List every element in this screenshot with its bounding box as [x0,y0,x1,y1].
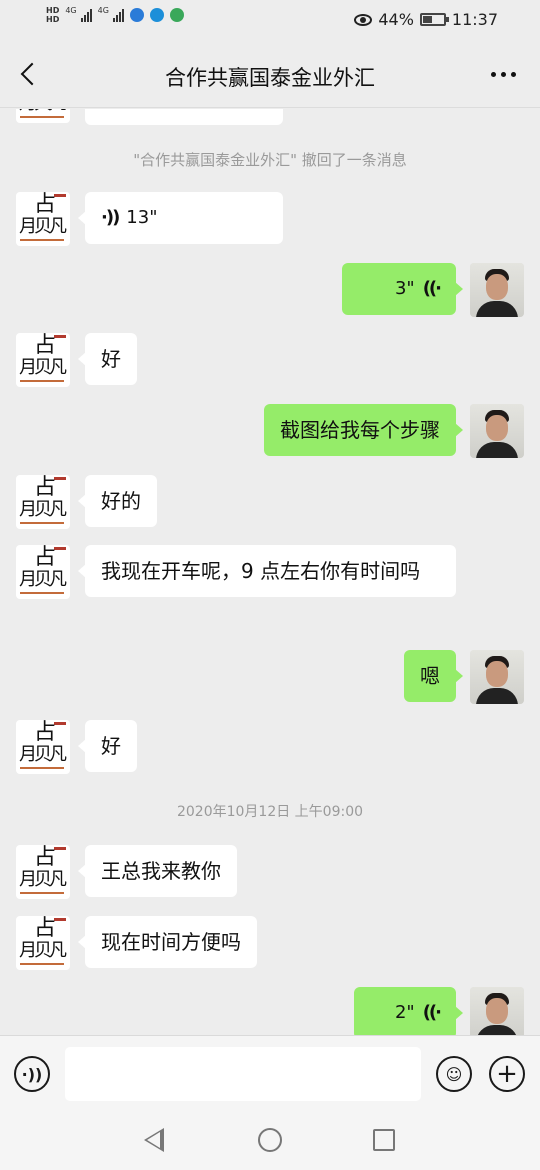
message-row: 嗯 [0,650,540,706]
contact-avatar[interactable]: 占月贝凡 [16,916,70,970]
battery-percent: 44% [378,10,414,29]
network-type-1: 4G [65,6,77,15]
message-row: 截图给我每个步骤 [0,404,540,460]
my-avatar[interactable] [470,987,524,1035]
chat-title: 合作共赢国泰金业外汇 [165,66,375,90]
voice-duration: 3" [394,278,415,299]
voice-toggle-button[interactable]: ·)) [14,1056,50,1092]
more-dots-icon [491,72,496,77]
voice-message[interactable]: 2" ((· [354,987,463,1035]
message-row: 占月贝凡 现在时间方便吗 [0,916,540,972]
text-message[interactable]: 好的 [78,475,157,527]
network-type-2: 4G [97,6,109,15]
emoji-button[interactable]: ☺ [436,1056,472,1092]
system-navigation [0,1110,540,1170]
battery-fill [422,16,432,23]
hd-icon: HD HD [46,6,60,24]
text-message[interactable]: 嗯 [404,650,463,702]
input-bar: ·)) ☺ + [0,1035,540,1110]
message-bubble[interactable] [85,109,283,125]
text-message[interactable]: 现在时间方便吗 [78,916,257,968]
voice-icon: ·)) [21,1064,43,1084]
voice-duration: 13" [126,207,158,228]
nav-recents-button[interactable] [373,1129,395,1151]
timestamp: 2020年10月12日 上午09:00 [176,804,364,820]
app-notification-icon [149,8,164,22]
recall-notice: "合作共赢国泰金业外汇" 撤回了一条消息 [133,151,407,169]
voice-message[interactable]: ·)) 13" [78,192,283,244]
text-message[interactable]: 好 [78,720,137,772]
contact-avatar[interactable]: 占月贝凡 [16,192,70,246]
more-button[interactable] [491,72,516,77]
message-row: 占月贝凡 好的 [0,475,540,531]
message-row: 3" ((· [0,263,540,319]
contact-avatar[interactable]: 占月贝凡 [16,109,70,123]
voice-message[interactable]: 3" ((· [342,263,463,315]
contact-avatar[interactable]: 占月贝凡 [16,845,70,899]
my-avatar[interactable] [470,650,524,704]
more-actions-button[interactable]: + [489,1056,525,1092]
voice-wave-icon: ((· [422,278,442,299]
status-right: 44% 11:37 [354,10,498,29]
text-message[interactable]: 我现在开车呢，9 点左右你有时间吗 [78,545,456,597]
emoji-icon: ☺ [445,1064,463,1084]
message-row: 占月贝凡 王总我来教你 [0,845,540,901]
clock: 11:37 [451,10,498,29]
message-row: 占月贝凡 好 [0,720,540,776]
contact-avatar[interactable]: 占月贝凡 [16,545,70,599]
text-message[interactable]: 截图给我每个步骤 [264,404,463,456]
contact-avatar[interactable]: 占月贝凡 [16,720,70,774]
signal-icon [80,8,92,22]
message-row: 占月贝凡 [0,109,540,125]
message-row: 占月贝凡 好 [0,333,540,389]
my-avatar[interactable] [470,404,524,458]
plus-icon: + [496,1059,518,1089]
battery-icon [419,13,449,26]
nav-home-button[interactable] [258,1128,282,1152]
back-button[interactable] [16,60,46,90]
signal-icon [112,8,124,22]
message-row: 2" ((· [0,987,540,1035]
my-avatar[interactable] [470,263,524,317]
chat-header: 合作共赢国泰金业外汇 [0,42,540,108]
text-message[interactable]: 王总我来教你 [78,845,237,897]
text-message[interactable]: 好 [78,333,137,385]
status-bar: HD HD 4G 4G 44% 11:37 [0,0,540,42]
message-row: 占月贝凡 我现在开车呢，9 点左右你有时间吗 [0,545,540,635]
message-list[interactable]: 占月贝凡 "合作共赢国泰金业外汇" 撤回了一条消息 占月贝凡 ·)) 13" 3"… [0,109,540,1035]
app-notification-icon [169,8,184,22]
eye-icon [354,13,373,26]
app-notification-icon [129,8,144,22]
contact-avatar[interactable]: 占月贝凡 [16,475,70,529]
message-row: 占月贝凡 ·)) 13" [0,192,540,248]
message-input[interactable] [65,1047,421,1101]
status-left: HD HD 4G 4G [46,6,184,24]
voice-wave-icon: ((· [422,1002,442,1023]
contact-avatar[interactable]: 占月贝凡 [16,333,70,387]
voice-wave-icon: ·)) [101,207,120,228]
nav-back-button[interactable] [144,1128,164,1152]
voice-duration: 2" [394,1002,415,1023]
